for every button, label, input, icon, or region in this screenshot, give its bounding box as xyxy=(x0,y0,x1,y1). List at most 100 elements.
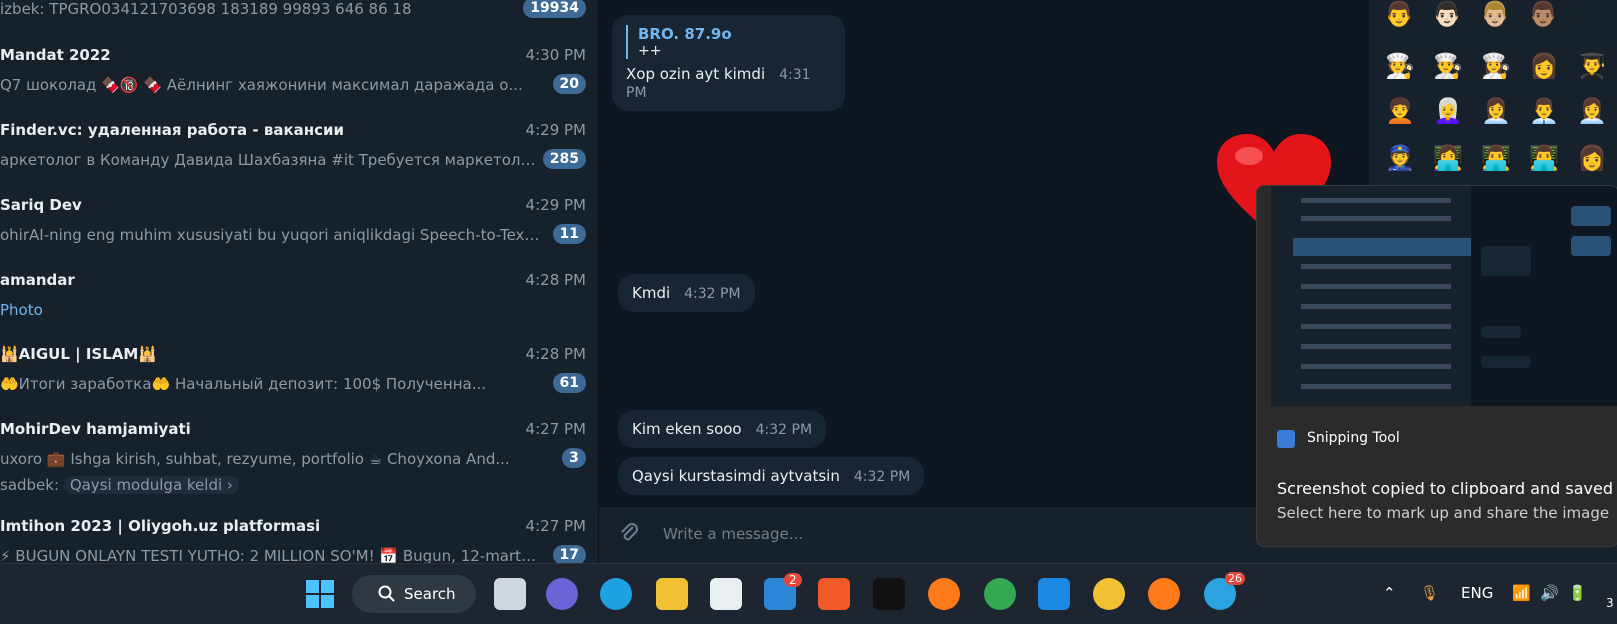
firefox-icon[interactable] xyxy=(1148,578,1180,610)
adidas-icon[interactable] xyxy=(873,578,905,610)
chat-title: amandar xyxy=(0,271,75,289)
vscode-icon[interactable] xyxy=(1038,578,1070,610)
unread-badge: 20 xyxy=(552,74,586,94)
clock[interactable]: 3 xyxy=(1606,596,1614,610)
unread-badge: 285 xyxy=(542,149,586,169)
chat-preview: ohirAI-ning eng muhim xususiyati bu yuqo… xyxy=(0,226,540,244)
emoji-item[interactable]: 👨‍💻 xyxy=(1529,144,1559,172)
chat-preview: Q7 шоколад 🍫🔞 🍫 Аёлнинг хаяжонини максим… xyxy=(0,76,523,94)
chat-preview: Photo xyxy=(0,301,43,319)
taskbar-search[interactable]: Search xyxy=(352,575,476,613)
message-bubble[interactable]: Qaysi kurstasimdi aytvatsin 4:32 PM xyxy=(618,457,925,495)
unread-badge: 3 xyxy=(562,448,586,468)
tray-overflow-icon[interactable]: ⌃ xyxy=(1383,584,1396,602)
chat-preview: uxoro 💼 Ishga kirish, suhbat, rezyume, p… xyxy=(0,450,510,468)
brave-icon[interactable] xyxy=(818,578,850,610)
unread-badge: 61 xyxy=(552,373,586,393)
emoji-item[interactable]: 👩‍💻 xyxy=(1433,144,1463,172)
chat-time: 4:27 PM xyxy=(525,517,586,535)
message-composer[interactable]: Write a message... xyxy=(599,506,1369,564)
chat-list: izbek: TPGRO034121703698 183189 99893 64… xyxy=(0,0,599,563)
chat-time: 4:30 PM xyxy=(525,46,586,64)
attach-icon[interactable] xyxy=(617,521,641,545)
unread-badge: 19934 xyxy=(523,0,586,18)
topic-pill[interactable]: Qaysi modulga keldi › xyxy=(63,476,239,494)
chat-list-item[interactable]: amandar 4:28 PM Photo xyxy=(0,263,598,339)
reply-sender: sadbek: xyxy=(0,476,60,494)
notification-title: Screenshot copied to clipboard and saved xyxy=(1277,479,1613,498)
emoji-item[interactable]: 👨🏼 xyxy=(1480,0,1510,28)
emoji-item[interactable]: 🧑‍🦱 xyxy=(1385,97,1415,125)
snipping-tool-notification[interactable]: Snipping Tool Screenshot copied to clipb… xyxy=(1256,185,1617,547)
chat-preview: 🤲Итоги заработка🤲 Начальный депозит: 100… xyxy=(0,375,487,393)
message-time: 4:32 PM xyxy=(755,422,813,438)
chat-time: 4:29 PM xyxy=(525,121,586,139)
notification-app-name: Snipping Tool xyxy=(1307,430,1400,446)
message-input[interactable]: Write a message... xyxy=(663,525,803,543)
message-text: Kim eken sooo xyxy=(632,420,742,438)
emoji-item[interactable]: 👩 xyxy=(1577,144,1607,172)
message-text: Kmdi xyxy=(632,284,671,302)
emoji-item[interactable]: 🧑‍🍳 xyxy=(1385,52,1415,80)
chat-title: 🕌AIGUL | ISLAM🕌 xyxy=(0,345,157,363)
store-icon[interactable] xyxy=(710,578,742,610)
reply-quote[interactable]: BRO. 87.9o ++ xyxy=(626,25,831,59)
emoji-item[interactable]: 👨🏻 xyxy=(1432,0,1462,28)
microphone-icon[interactable]: 🎙 xyxy=(1420,584,1439,602)
volume-icon[interactable]: 🔊 xyxy=(1540,584,1559,602)
emoji-item[interactable]: 👮 xyxy=(1385,144,1415,172)
chat-list-item[interactable]: Finder.vc: удаленная работа - вакансии 4:… xyxy=(0,113,598,189)
file-explorer-icon[interactable] xyxy=(656,578,688,610)
emoji-item[interactable]: 👨‍🍳 xyxy=(1433,52,1463,80)
emoji-item[interactable]: 👩 xyxy=(1529,52,1559,80)
chat-list-item[interactable]: izbek: TPGRO034121703698 183189 99893 64… xyxy=(0,0,598,38)
chat-time: 4:29 PM xyxy=(525,196,586,214)
emoji-item[interactable]: 👨‍💻 xyxy=(1481,144,1511,172)
emoji-item[interactable]: 👨‍💼 xyxy=(1529,97,1559,125)
unread-badge: 17 xyxy=(552,545,586,563)
chat-list-item[interactable]: Mandat 2022 4:30 PM Q7 шоколад 🍫🔞 🍫 Аёлнин… xyxy=(0,38,598,114)
message-time: 4:32 PM xyxy=(853,469,911,485)
language-indicator[interactable]: ENG xyxy=(1461,584,1493,602)
chat-title: Imtihon 2023 | Oliygoh.uz platformasi xyxy=(0,517,321,535)
message-area: BRO. 87.9o ++ Xop ozin ayt kimdi 4:31 PM … xyxy=(599,0,1369,506)
chat-list-item[interactable]: MohirDev hamjamiyati 4:27 PM uxoro 💼 Ishga… xyxy=(0,412,598,494)
message-bubble[interactable]: Kmdi 4:32 PM xyxy=(618,274,755,312)
chat-title: Mandat 2022 xyxy=(0,46,111,64)
emoji-item[interactable]: 👩‍🦳 xyxy=(1433,97,1463,125)
emoji-item[interactable]: 👨‍🎓 xyxy=(1577,52,1607,80)
chat-list-item[interactable]: Sariq Dev 4:29 PM ohirAI-ning eng muhim xu… xyxy=(0,188,598,264)
chat-list-item[interactable]: Imtihon 2023 | Oliygoh.uz platformasi 4:2… xyxy=(0,509,598,563)
screenshot-thumbnail[interactable] xyxy=(1271,186,1617,406)
emoji-item[interactable]: 👩‍🍳 xyxy=(1481,52,1511,80)
chat-list-item[interactable]: 🕌AIGUL | ISLAM🕌 4:28 PM 🤲Итоги заработка🤲 … xyxy=(0,337,598,413)
message-bubble[interactable]: BRO. 87.9o ++ Xop ozin ayt kimdi 4:31 PM xyxy=(612,15,845,111)
chat-title: Sariq Dev xyxy=(0,196,82,214)
chat-title: Finder.vc: удаленная работа - вакансии xyxy=(0,121,345,139)
vpn-icon[interactable] xyxy=(1093,578,1125,610)
edge-icon[interactable] xyxy=(600,578,632,610)
task-view-icon[interactable] xyxy=(494,578,526,610)
meet-icon[interactable] xyxy=(546,578,578,610)
message-text: Xop ozin ayt kimdi xyxy=(626,65,766,83)
reply-author: BRO. 87.9o xyxy=(638,25,732,43)
emoji-item[interactable]: 👩‍💼 xyxy=(1481,97,1511,125)
emoji-item[interactable]: 👨🏽 xyxy=(1528,0,1558,28)
wifi-icon[interactable]: 📶 xyxy=(1512,584,1531,602)
message-bubble[interactable]: Kim eken sooo 4:32 PM xyxy=(618,410,827,448)
unread-badge: 11 xyxy=(552,224,586,244)
chat-title: MohirDev hamjamiyati xyxy=(0,420,191,438)
chat-preview: izbek: TPGRO034121703698 183189 99893 64… xyxy=(0,0,412,18)
battery-icon[interactable]: 🔋 xyxy=(1568,584,1587,602)
emoji-item[interactable]: 👩‍💼 xyxy=(1577,97,1607,125)
snipping-tool-icon xyxy=(1277,430,1295,448)
taskbar: Search 2 26 ⌃ 🎙 ENG 📶 🔊 🔋 3 xyxy=(0,563,1617,624)
firefox-icon[interactable] xyxy=(928,578,960,610)
emoji-item[interactable]: 👨 xyxy=(1384,0,1414,28)
windows-start-icon[interactable] xyxy=(304,578,336,610)
reply-text: ++ xyxy=(638,43,662,59)
chrome-icon[interactable] xyxy=(984,578,1016,610)
chat-preview: ⚡ BUGUN ONLAYN TESTI YUTHO: 2 MILLION SO… xyxy=(0,547,540,563)
chat-time: 4:28 PM xyxy=(525,345,586,363)
notification-body: Select here to mark up and share the ima… xyxy=(1277,504,1610,522)
